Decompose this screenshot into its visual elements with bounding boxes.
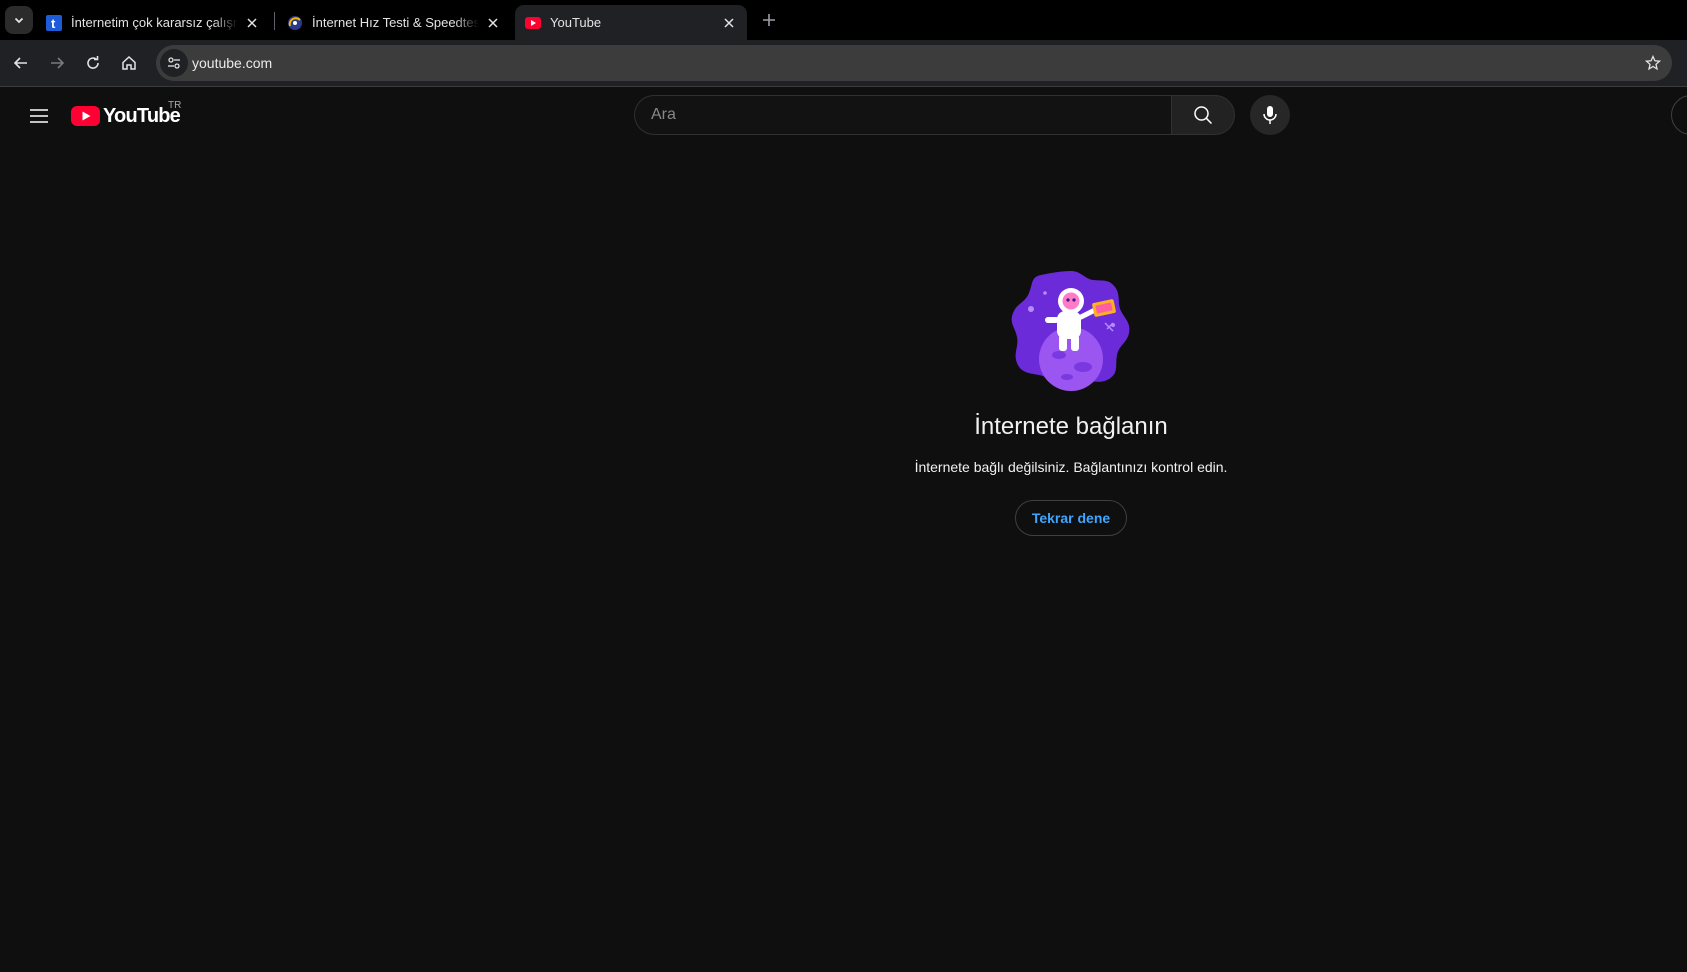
astronaut-illustration xyxy=(1009,267,1133,391)
back-button[interactable] xyxy=(6,48,36,78)
arrow-left-icon xyxy=(13,57,27,69)
browser-tab-1[interactable]: t İnternetim çok kararsız çalışmay xyxy=(36,5,270,40)
voice-search-button[interactable] xyxy=(1250,95,1290,135)
microphone-icon xyxy=(1263,106,1277,124)
site-info-button[interactable] xyxy=(160,49,188,77)
tab-search-button[interactable] xyxy=(5,6,33,34)
youtube-logo[interactable]: YouTube xyxy=(71,104,181,128)
close-tab-icon[interactable] xyxy=(244,15,260,31)
retry-button[interactable]: Tekrar dene xyxy=(1014,500,1128,536)
bookmark-button[interactable] xyxy=(1642,52,1664,74)
t-favicon-icon: t xyxy=(46,14,62,31)
search-button[interactable] xyxy=(1171,95,1235,135)
hamburger-menu-icon xyxy=(30,109,48,123)
country-code: TR xyxy=(168,100,182,111)
browser-toolbar: youtube.com xyxy=(0,40,1687,87)
browser-tab-bar: t İnternetim çok kararsız çalışmay İnter… xyxy=(0,0,1687,40)
tab-title: İnternetim çok kararsız çalışmay xyxy=(71,15,238,30)
close-tab-icon[interactable] xyxy=(485,15,501,31)
forward-button[interactable] xyxy=(42,48,72,78)
speedtest-favicon-icon xyxy=(287,15,303,31)
search-box xyxy=(634,95,1235,135)
close-tab-icon[interactable] xyxy=(721,15,737,31)
search-input[interactable] xyxy=(634,95,1171,135)
home-icon xyxy=(122,55,136,70)
arrow-right-icon xyxy=(51,57,65,69)
chevron-down-icon xyxy=(14,17,24,24)
browser-tab-2[interactable]: İnternet Hız Testi & Speedtest - xyxy=(277,5,511,40)
youtube-play-icon xyxy=(71,106,100,126)
tab-separator xyxy=(274,12,275,30)
offline-message: İnternete bağlı değilsiniz. Bağlantınızı… xyxy=(914,459,1228,475)
plus-icon xyxy=(763,14,775,26)
reload-icon xyxy=(87,56,99,69)
home-button[interactable] xyxy=(114,48,144,78)
tab-title: İnternet Hız Testi & Speedtest - xyxy=(312,15,479,30)
youtube-page: YouTube TR Ara İnternete bağlanın İntern… xyxy=(0,87,1687,972)
reload-button[interactable] xyxy=(78,48,108,78)
browser-tab-3[interactable]: YouTube xyxy=(515,5,747,40)
url-text: youtube.com xyxy=(192,55,273,71)
sign-in-button[interactable] xyxy=(1671,95,1687,135)
star-icon xyxy=(1645,55,1661,71)
address-bar[interactable]: youtube.com xyxy=(156,45,1672,81)
guide-menu-button[interactable] xyxy=(19,96,59,136)
offline-title: İnternete bağlanın xyxy=(974,413,1168,440)
youtube-favicon-icon xyxy=(525,15,541,31)
search-icon xyxy=(1194,106,1213,125)
offline-message-panel: İnternete bağlanın İnternete bağlı değil… xyxy=(870,267,1272,536)
new-tab-button[interactable] xyxy=(757,8,781,32)
svg-text:t: t xyxy=(51,16,56,31)
tab-title: YouTube xyxy=(550,15,602,30)
tune-icon xyxy=(168,57,180,69)
